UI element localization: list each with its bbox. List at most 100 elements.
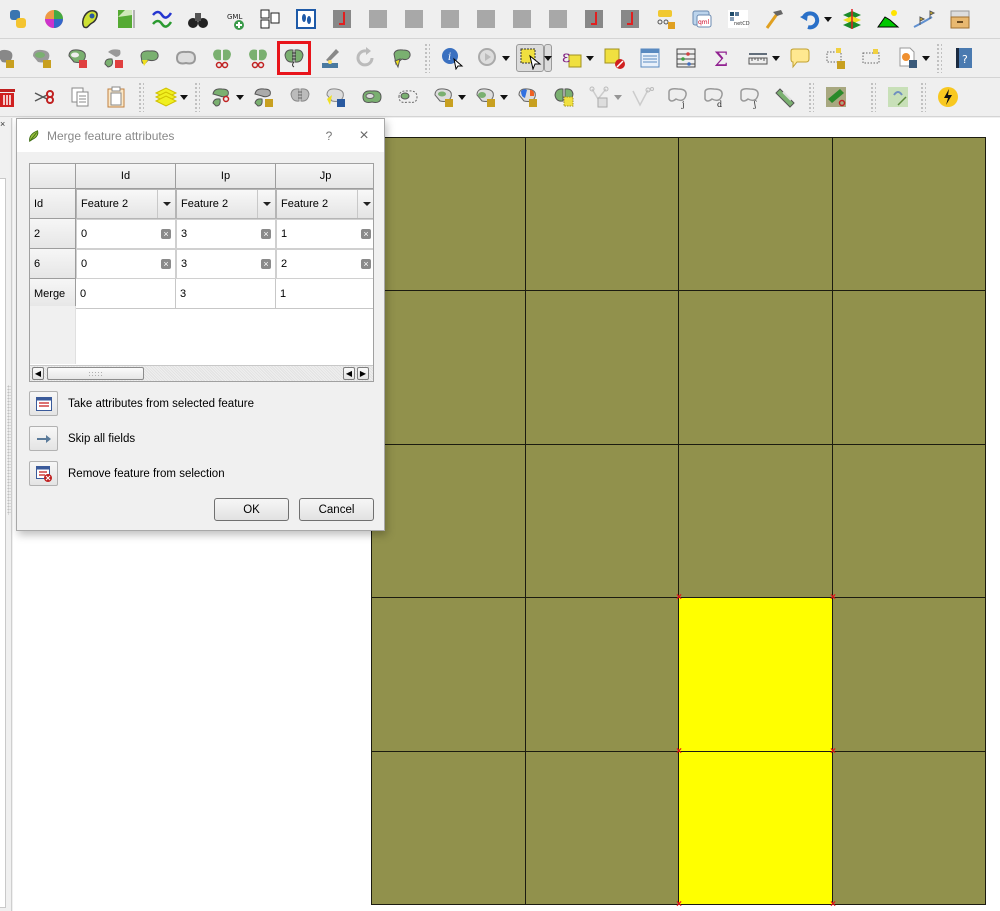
dialog-title-bar[interactable]: Merge feature attributes ? × (17, 119, 384, 152)
add-feature-button[interactable] (430, 83, 458, 111)
gml-add-button[interactable]: GML (220, 5, 248, 33)
qml-button[interactable]: qml (688, 5, 716, 33)
polygon-feature[interactable] (678, 290, 833, 445)
dock-resize-handle[interactable] (7, 385, 11, 515)
polygon-feature[interactable] (371, 290, 526, 445)
node-tool-button[interactable] (316, 44, 344, 72)
rotate-feature-button[interactable] (352, 44, 380, 72)
search-binoculars-button[interactable] (184, 5, 212, 33)
styling-manager-button[interactable] (152, 83, 180, 111)
trace-d-button[interactable]: d (700, 83, 728, 111)
delete-selected-button[interactable] (0, 83, 22, 111)
polygon-feature[interactable] (678, 137, 833, 291)
polygon-feature[interactable] (525, 751, 679, 905)
table-corner[interactable] (30, 164, 76, 189)
grid-plugin-button[interactable] (508, 5, 536, 33)
contour-button[interactable] (76, 5, 104, 33)
save-as-image-button[interactable] (894, 44, 922, 72)
attribute-input[interactable]: 1 × (276, 219, 373, 249)
footprint-button[interactable] (292, 5, 320, 33)
grid-plugin-button[interactable] (472, 5, 500, 33)
cut-map-button[interactable] (822, 83, 850, 111)
polygon-feature[interactable] (678, 444, 833, 598)
measure-line-button[interactable] (744, 44, 772, 72)
selected-polygon[interactable] (678, 597, 833, 752)
gradient-feature-button[interactable] (514, 83, 542, 111)
row-header[interactable]: Merge (30, 279, 76, 309)
scroll-left-icon[interactable]: ◀ (32, 367, 44, 380)
selected-polygon[interactable] (678, 751, 833, 905)
merge-value[interactable]: 0 (76, 279, 176, 309)
dock-close-icon[interactable]: × (0, 119, 6, 129)
polygon-feature[interactable] (525, 597, 679, 752)
add-feature-dropdown[interactable] (458, 83, 466, 111)
delete-part-button[interactable] (100, 44, 128, 72)
chevron-down-icon[interactable] (257, 190, 275, 218)
horizontal-scrollbar[interactable]: ◀ ◀ ▶ (30, 365, 373, 381)
row-header[interactable]: 6 (30, 249, 76, 279)
layers-sync-button[interactable] (838, 5, 866, 33)
polygon-feature[interactable] (832, 290, 986, 445)
polygon-feature[interactable] (525, 137, 679, 291)
clear-icon[interactable]: × (361, 229, 371, 239)
terrain-profile-button[interactable] (874, 5, 902, 33)
statistical-summary-button[interactable]: Σ (708, 44, 736, 72)
cut-features-button[interactable] (30, 83, 58, 111)
grid-plugin-red-button[interactable] (328, 5, 356, 33)
polygon-feature[interactable] (832, 137, 986, 291)
merge-attributes-button[interactable] (286, 83, 314, 111)
netcdf-button[interactable]: netCDF (724, 5, 752, 33)
add-ring-tool-button[interactable] (358, 83, 386, 111)
merge-features-button[interactable] (277, 41, 311, 75)
label-tool-button[interactable] (652, 5, 680, 33)
grid-plugin-button[interactable] (400, 5, 428, 33)
delete-ring-button[interactable] (64, 44, 92, 72)
reshape-features-button[interactable] (136, 44, 164, 72)
scroll-right-icon[interactable]: ▶ (357, 367, 369, 380)
line-generalize-button[interactable] (148, 5, 176, 33)
grid-plugin-button[interactable] (436, 5, 464, 33)
split-parts-tool-button[interactable] (250, 83, 278, 111)
run-action-dropdown[interactable] (502, 44, 510, 72)
rotate-point-symbols-button[interactable] (550, 83, 578, 111)
select-features-button[interactable] (516, 44, 544, 72)
row-header[interactable]: Id (30, 189, 76, 219)
add-feature-alt-dropdown[interactable] (500, 83, 508, 111)
vertex-editor-dropdown[interactable] (614, 83, 622, 111)
polygon-feature[interactable] (371, 137, 526, 291)
column-header[interactable]: Jp (276, 164, 373, 189)
select-features-dropdown[interactable] (544, 44, 552, 72)
delete-ring-tool-button[interactable] (394, 83, 422, 111)
close-button[interactable]: × (344, 127, 384, 145)
split-features-tool-button[interactable] (208, 83, 236, 111)
grid-plugin-button[interactable] (364, 5, 392, 33)
copy-features-button[interactable] (66, 83, 94, 111)
skip-all-fields-button[interactable] (29, 426, 58, 451)
open-attribute-table-button[interactable] (636, 44, 664, 72)
save-image-dropdown[interactable] (922, 44, 930, 72)
attribute-input[interactable]: 3 × (176, 219, 276, 249)
polygon-feature[interactable] (832, 444, 986, 598)
attribute-input[interactable]: 2 × (276, 249, 373, 279)
identify-features-button[interactable]: i (438, 44, 466, 72)
chevron-down-icon[interactable] (157, 190, 175, 218)
clear-icon[interactable]: × (361, 259, 371, 269)
quick-plugin-button[interactable] (934, 83, 962, 111)
styling-dropdown[interactable] (180, 83, 188, 111)
select-expression-dropdown[interactable] (586, 44, 594, 72)
undo-button[interactable] (796, 5, 824, 33)
new-bookmark-button[interactable] (822, 44, 850, 72)
merge-value[interactable]: 1 (276, 279, 373, 309)
chevron-down-icon[interactable] (357, 190, 373, 218)
help-contents-button[interactable]: ? (950, 44, 978, 72)
split-features-button[interactable] (208, 44, 236, 72)
polygon-feature[interactable] (525, 290, 679, 445)
digitize-line-button[interactable] (628, 83, 656, 111)
take-attributes-button[interactable] (29, 391, 58, 416)
column-header[interactable]: Id (76, 164, 176, 189)
remove-feature-button[interactable] (29, 461, 58, 486)
split-features-dropdown[interactable] (236, 83, 244, 111)
help-button[interactable]: ? (314, 129, 344, 143)
map-tips-button[interactable] (786, 44, 814, 72)
simplify-feature-button[interactable] (388, 44, 416, 72)
